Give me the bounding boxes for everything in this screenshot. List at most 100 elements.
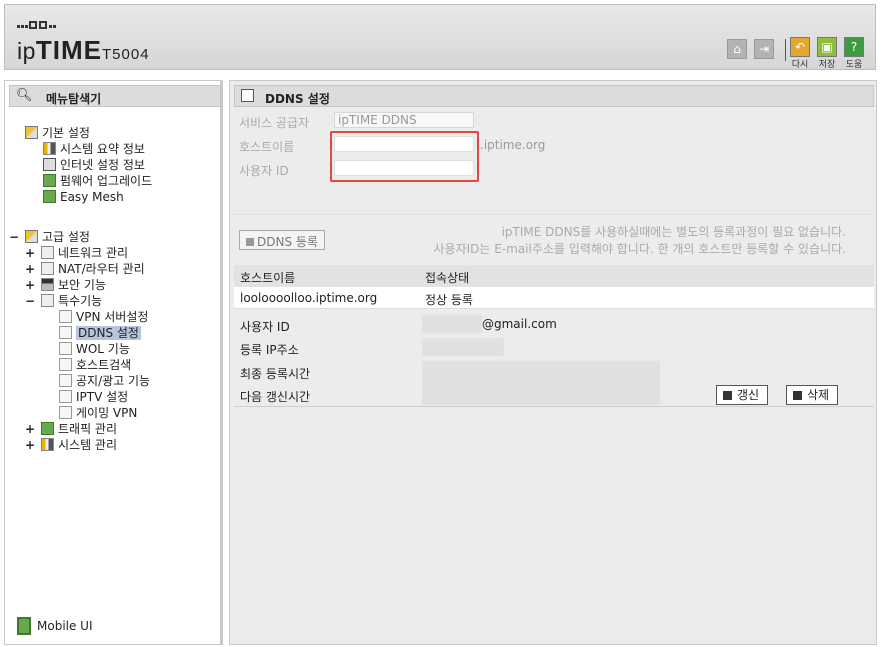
detail-next-label: 다음 갱신시간 — [240, 390, 311, 404]
delete-label: 삭제 — [807, 388, 830, 402]
user-id-label: 사용자 ID — [239, 164, 289, 178]
detail-ip-label: 등록 IP주소 — [240, 343, 299, 357]
detail-user-id-label: 사용자 ID — [240, 320, 290, 334]
mobile-ui-link[interactable]: Mobile UI — [17, 617, 93, 635]
system-icon — [41, 438, 54, 451]
table-row[interactable]: looloooolloo.iptime.org 정상 등록 — [234, 287, 874, 309]
folder-icon — [25, 230, 38, 243]
refresh-label: 갱신 — [737, 388, 760, 402]
tree-basic-settings[interactable]: 기본 설정 — [25, 125, 90, 141]
ddns-panel: DDNS 설정 서비스 공급자 ipTIME DDNS 호스트이름 .iptim… — [229, 80, 877, 645]
tree-ddns[interactable]: DDNS 설정 — [59, 325, 141, 341]
divider — [234, 214, 874, 215]
expand-icon[interactable]: + — [25, 261, 35, 277]
panel-title: DDNS 설정 — [265, 92, 330, 106]
info-line-1: ipTIME DDNS를 사용하실때에는 별도의 등록과정이 필요 없습니다. — [501, 225, 846, 239]
mobile-icon — [17, 617, 31, 635]
page-icon — [59, 358, 72, 371]
expand-icon[interactable]: + — [25, 421, 35, 437]
host-label: 호스트이름 — [239, 140, 295, 154]
info-text: ipTIME DDNS를 사용하실때에는 별도의 등록과정이 필요 없습니다. … — [433, 224, 846, 258]
divider — [234, 406, 874, 407]
menu-explorer-header: 🔍︎ 메뉴탐색기 — [9, 85, 221, 107]
redo-label: 다시 — [791, 60, 809, 70]
logout-icon[interactable]: ⇥ — [754, 39, 774, 59]
tree-wol[interactable]: WOL 기능 — [59, 341, 130, 357]
search-icon: 🔍︎ — [16, 88, 33, 103]
refresh-icon — [723, 391, 732, 400]
ddns-table: 호스트이름 접속상태 looloooolloo.iptime.org 정상 등록 — [234, 265, 874, 309]
mobile-ui-label: Mobile UI — [37, 619, 93, 633]
table-header: 호스트이름 접속상태 — [234, 265, 874, 287]
page-icon — [59, 326, 72, 339]
ddns-register-button[interactable]: DDNS 등록 — [239, 230, 325, 250]
tree-system[interactable]: + 시스템 관리 — [25, 437, 117, 453]
panel-header: DDNS 설정 — [234, 85, 874, 107]
tree-advanced-settings[interactable]: − 고급 설정 — [9, 229, 90, 245]
tree-traffic[interactable]: + 트래픽 관리 — [25, 421, 117, 437]
page-icon — [59, 310, 72, 323]
collapse-icon[interactable]: − — [9, 229, 19, 245]
add-icon — [246, 238, 254, 246]
detail-last-label: 최종 등록시간 — [240, 367, 311, 381]
folder-icon — [25, 126, 38, 139]
help-icon: ? — [844, 37, 864, 57]
home-icon[interactable]: ⌂ — [727, 39, 747, 59]
expand-icon[interactable]: + — [25, 437, 35, 453]
window-icon — [241, 89, 254, 102]
tree-easy-mesh[interactable]: Easy Mesh — [43, 189, 124, 205]
provider-field: ipTIME DDNS — [334, 112, 474, 128]
col-host: 호스트이름 — [240, 271, 296, 285]
expand-icon[interactable]: + — [25, 277, 35, 293]
save-button[interactable]: ▣ 저장 — [817, 37, 837, 70]
page-icon — [59, 390, 72, 403]
brand-logo: ipTIMET5004 — [17, 35, 150, 66]
tree-nat-router[interactable]: + NAT/라우터 관리 — [25, 261, 145, 277]
tree-notice-ads[interactable]: 공지/광고 기능 — [59, 373, 150, 389]
highlight-box — [330, 131, 479, 182]
logo-mark — [17, 17, 57, 31]
header-bar: ipTIMET5004 ⌂ ⇥ ↶ 다시 ▣ 저장 ? 도움 — [4, 4, 876, 70]
expand-icon[interactable]: + — [25, 245, 35, 261]
host-suffix: .iptime.org — [480, 138, 546, 152]
tree-vpn-server[interactable]: VPN 서버설정 — [59, 309, 148, 325]
lock-icon — [41, 278, 54, 291]
redo-button[interactable]: ↶ 다시 — [790, 37, 810, 70]
help-button[interactable]: ? 도움 — [844, 37, 864, 70]
row-status: 정상 등록 — [425, 293, 473, 307]
provider-label: 서비스 공급자 — [239, 116, 310, 130]
save-icon: ▣ — [817, 37, 837, 57]
collapse-icon[interactable]: − — [25, 293, 35, 309]
redacted-user-id — [422, 315, 482, 333]
tree-special[interactable]: − 특수기능 — [25, 293, 102, 309]
row-host: looloooolloo.iptime.org — [240, 291, 378, 305]
tree-security[interactable]: + 보안 기능 — [25, 277, 106, 293]
network-icon — [41, 246, 54, 259]
tree-iptv[interactable]: IPTV 설정 — [59, 389, 128, 405]
tree-host-scan[interactable]: 호스트검색 — [59, 357, 131, 373]
tree-firmware-upgrade[interactable]: 펌웨어 업그레이드 — [43, 173, 152, 189]
col-status: 접속상태 — [425, 271, 470, 285]
refresh-button[interactable]: 갱신 — [716, 385, 769, 405]
menu-explorer-title: 메뉴탐색기 — [46, 92, 102, 106]
tree-network[interactable]: + 네트워크 관리 — [25, 245, 128, 261]
info-line-2: 사용자ID는 E-mail주소를 입력해야 합니다. 한 개의 호스트만 등록할… — [433, 242, 846, 256]
upgrade-icon — [43, 174, 56, 187]
chart-icon — [43, 142, 56, 155]
mesh-icon — [43, 190, 56, 203]
tree-system-summary[interactable]: 시스템 요약 정보 — [43, 141, 145, 157]
traffic-icon — [41, 422, 54, 435]
page-icon — [59, 406, 72, 419]
page-icon — [59, 342, 72, 355]
detail-user-id-suffix: @gmail.com — [482, 317, 557, 331]
redacted-times — [422, 361, 660, 405]
tree-gaming-vpn[interactable]: 게이밍 VPN — [59, 405, 137, 421]
tree-internet-info[interactable]: 인터넷 설정 정보 — [43, 157, 145, 173]
redo-icon: ↶ — [790, 37, 810, 57]
help-label: 도움 — [845, 60, 863, 70]
monitor-icon — [43, 158, 56, 171]
delete-button[interactable]: 삭제 — [786, 385, 839, 405]
save-label: 저장 — [818, 60, 836, 70]
menu-explorer: 🔍︎ 메뉴탐색기 기본 설정 시스템 요약 정보 인터넷 설정 정보 펌웨어 업… — [4, 80, 223, 645]
header-separator — [785, 39, 786, 61]
